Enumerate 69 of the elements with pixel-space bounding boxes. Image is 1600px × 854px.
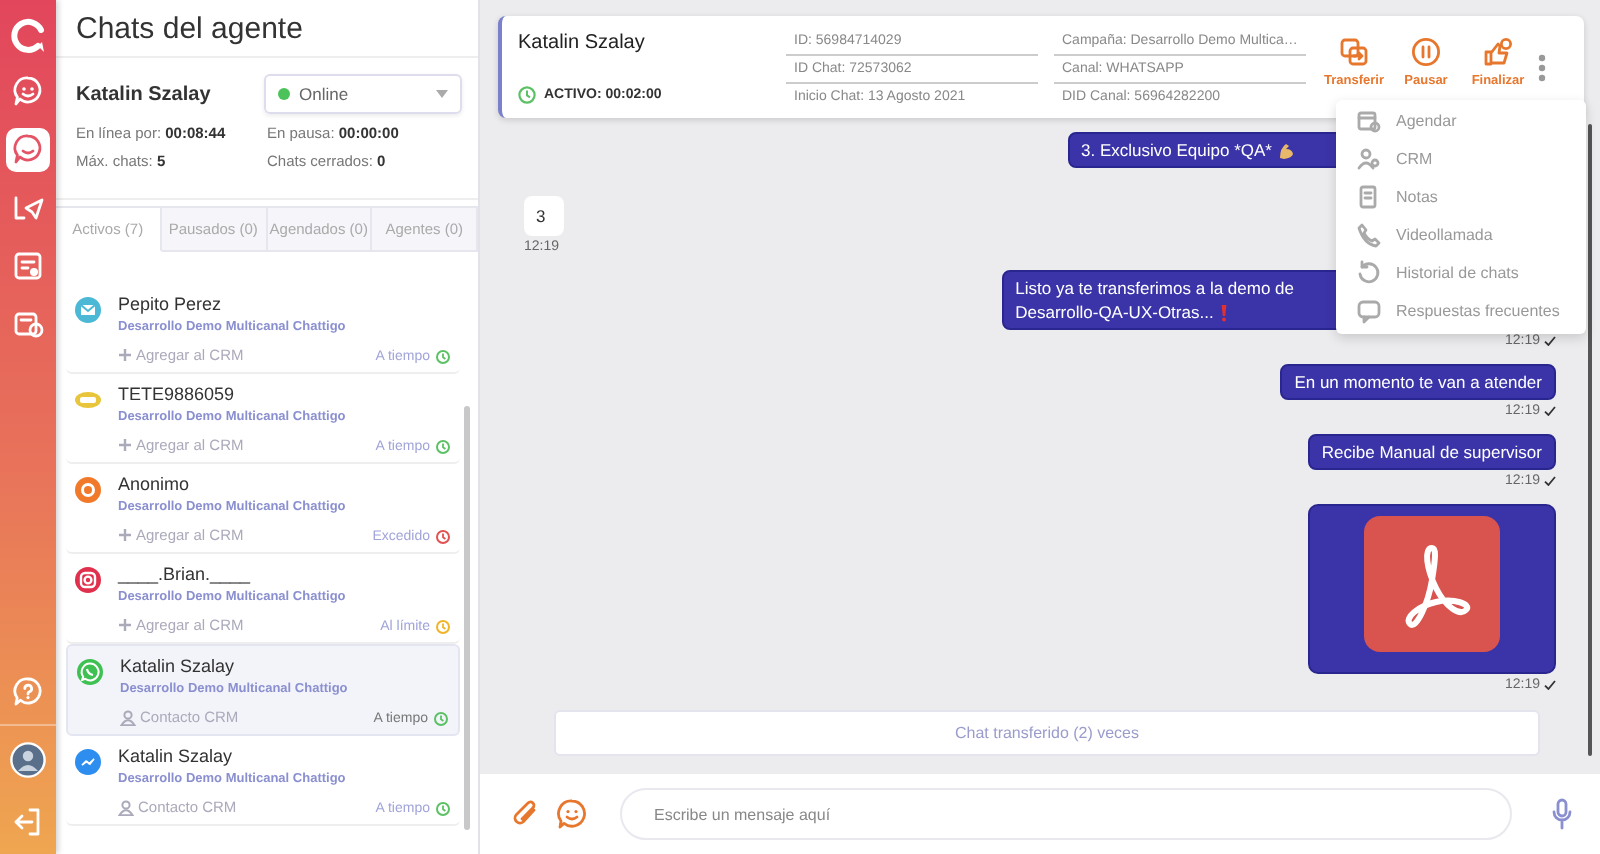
microphone-icon[interactable] [1552, 798, 1572, 830]
plus-icon [118, 348, 132, 362]
check-icon [1544, 406, 1556, 416]
message-text: 3. Exclusivo Equipo *QA* [1081, 138, 1272, 162]
message-input[interactable]: Escribe un mensaje aquí [620, 788, 1512, 840]
more-icon[interactable] [1538, 53, 1546, 81]
contact-name: Katalin Szalay [518, 32, 647, 54]
plus-icon [118, 618, 132, 632]
pdf-file-icon [1364, 516, 1500, 652]
lightning-bubble-icon [74, 748, 102, 776]
logo-icon [8, 16, 48, 56]
status-dropdown[interactable]: Online [263, 74, 462, 114]
paperclip-icon[interactable] [512, 798, 540, 830]
help-icon[interactable] [12, 676, 44, 708]
emoji-icon[interactable] [556, 798, 588, 830]
check-icon [1544, 476, 1556, 486]
plus-icon [118, 438, 132, 452]
scrollbar[interactable] [464, 406, 470, 830]
clock-icon [518, 86, 536, 104]
contact-name: Anonimo [118, 474, 192, 494]
message-text: Desarrollo-QA-UX-Otras... [1015, 300, 1214, 324]
people-icon [1356, 146, 1382, 172]
contact-name: TETE9886059 [118, 384, 237, 404]
person-icon [120, 709, 136, 725]
logout-icon[interactable] [12, 806, 44, 838]
pause-icon [1410, 36, 1442, 68]
user-avatar[interactable] [10, 742, 46, 778]
notes-icon [1356, 184, 1382, 210]
contact-name: Katalin Szalay [118, 746, 235, 766]
smiley-chat-icon [10, 74, 46, 110]
flexed-arm-icon [1278, 141, 1294, 159]
thumbs-up-icon [1482, 36, 1514, 68]
sms-icon [74, 386, 102, 414]
agent-name: Katalin Szalay [76, 83, 213, 105]
menu-item[interactable]: Videollamada [1336, 216, 1586, 254]
camera-icon [74, 566, 102, 594]
check-icon [1544, 336, 1556, 346]
exclamation-icon [1219, 303, 1228, 321]
transfer-notice: Chat transferido (2) veces [554, 710, 1540, 756]
menu-item[interactable]: Notas [1336, 178, 1586, 216]
reply-bubble-icon [1356, 298, 1382, 324]
report-icon [10, 248, 46, 284]
menu-item[interactable]: Historial de chats [1336, 254, 1586, 292]
message-text: Recibe Manual de supervisor [1321, 440, 1542, 464]
nav-item[interactable] [6, 128, 50, 172]
contact-name: ____.Brian.____ [118, 564, 253, 584]
phone-bubble-icon [76, 658, 104, 686]
contact-name: Katalin Szalay [120, 656, 237, 676]
menu-item[interactable]: Agendar [1336, 102, 1586, 140]
message-text: 3 [536, 204, 546, 228]
person-icon [118, 799, 134, 815]
menu-item[interactable]: CRM [1336, 140, 1586, 178]
contact-name: Pepito Perez [118, 294, 224, 314]
message-text: En un momento te van a atender [1294, 370, 1542, 394]
webchat-icon [74, 476, 102, 504]
plus-icon [118, 528, 132, 542]
message-text: Listo ya te transferimos a la demo de [1015, 276, 1294, 300]
transfer-icon [1338, 36, 1370, 68]
file-message[interactable] [1308, 504, 1556, 674]
calendar-icon [1356, 108, 1382, 134]
menu-item[interactable]: Respuestas frecuentes [1336, 292, 1586, 330]
envelope-icon [74, 296, 102, 324]
check-icon [1544, 680, 1556, 690]
panel-title: Chats del agente [56, 0, 478, 58]
chat-bubble-icon [10, 132, 46, 168]
caret-icon [436, 90, 448, 98]
phone-icon [1356, 222, 1382, 248]
scrollbar[interactable] [1588, 124, 1592, 756]
history-icon [1356, 260, 1382, 286]
